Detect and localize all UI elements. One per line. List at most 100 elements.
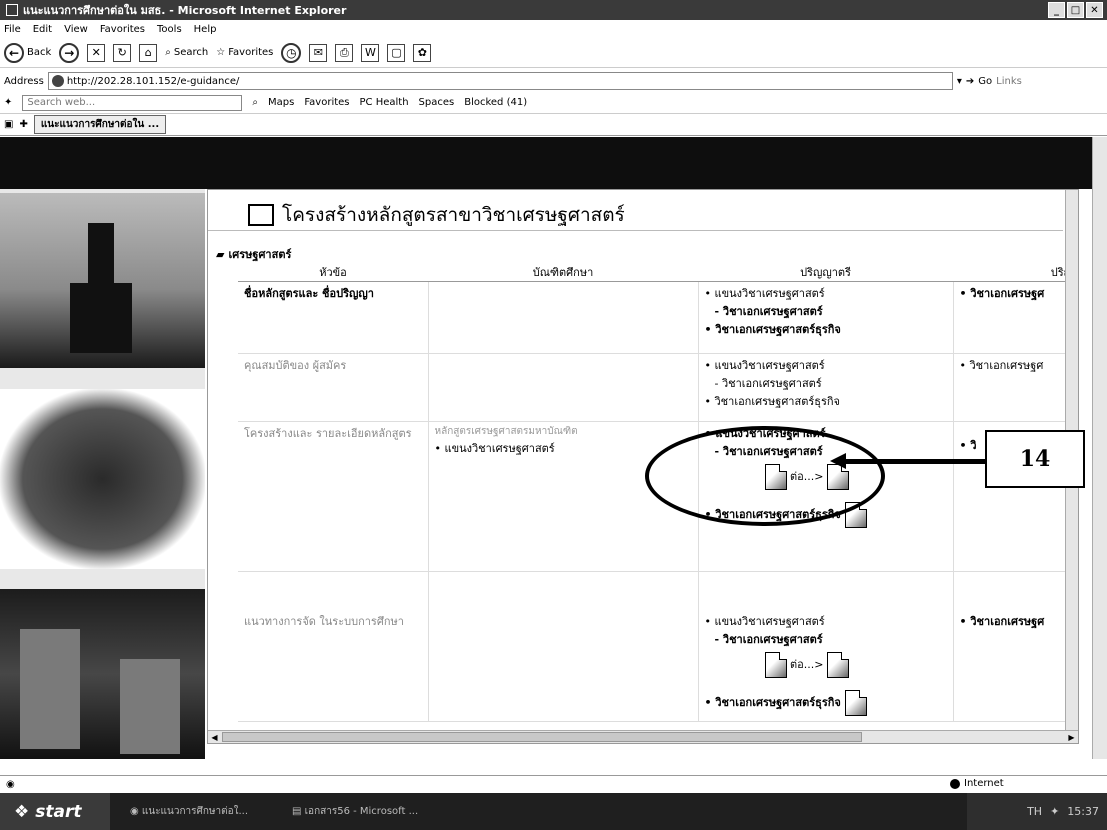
close-button[interactable]: ✕: [1086, 2, 1103, 18]
scroll-thumb[interactable]: [222, 732, 862, 742]
taskbar-item-word[interactable]: ▤ เอกสาร56 - Microsoft ...: [284, 799, 434, 825]
window-controls: _ □ ✕: [1048, 2, 1103, 18]
print-icon[interactable]: ⎙: [335, 43, 354, 62]
bachelor-cell: • แขนงวิชาเศรษฐศาสตร์ - วิชาเอกเศรษฐศาสต…: [697, 571, 953, 722]
major-link[interactable]: • วิชาเอกเศรษฐศาสตร์ธุรกิจ: [705, 392, 947, 410]
menu-file[interactable]: File: [4, 24, 21, 35]
start-button[interactable]: ❖ start: [0, 793, 110, 830]
maximize-button[interactable]: □: [1067, 2, 1084, 18]
refresh-icon[interactable]: ↻: [113, 43, 132, 62]
menu-view[interactable]: View: [64, 24, 88, 35]
tray-icon[interactable]: ✦: [1050, 805, 1059, 818]
more-link[interactable]: ต่อ...>: [790, 658, 823, 671]
major-link[interactable]: • วิชาเอกเศรษฐศาสตร์ธุรกิจ: [705, 690, 947, 716]
row-label: แนวทางการจัด ในระบบการศึกษา: [238, 571, 428, 722]
bachelor-cell: • แขนงวิชาเศรษฐศาสตร์ - วิชาเอกเศรษฐศาสต…: [697, 353, 953, 422]
major-link[interactable]: - วิชาเอกเศรษฐศาสตร์: [705, 630, 947, 648]
minimize-button[interactable]: _: [1048, 2, 1065, 18]
address-input[interactable]: http://202.28.101.152/e-guidance/: [47, 72, 953, 90]
next-link[interactable]: • วิชาเอกเศรษฐศ: [960, 356, 1068, 374]
pdf-icon[interactable]: [764, 652, 787, 678]
next-cell: • วิชาเอกเศรษฐศ: [952, 571, 1073, 722]
column-header-graduate: บัณฑิตศึกษา: [428, 263, 698, 282]
pc-health-item[interactable]: PC Health: [360, 97, 409, 108]
title-divider: [208, 230, 1063, 231]
window-title-bar: แนะแนวการศึกษาต่อใน มสธ. - Microsoft Int…: [0, 0, 1107, 20]
program-link[interactable]: • แขนงวิชาเศรษฐศาสตร์: [705, 284, 947, 302]
table-row: คุณสมบัติของ ผู้สมัคร • แขนงวิชาเศรษฐศาส…: [238, 353, 1073, 422]
next-cell: • วิชาเอกเศรษฐศ: [952, 281, 1073, 354]
bachelor-cell: • แขนงวิชาเศรษฐศาสตร์ - วิชาเอกเศรษฐศาสต…: [697, 281, 953, 354]
address-dropdown-icon[interactable]: ▾: [957, 76, 962, 87]
blocked-item[interactable]: Blocked (41): [464, 97, 527, 108]
tab-bar: ▣ ✚ แนะแนวการศึกษาต่อใน ...: [0, 114, 1107, 136]
links-button[interactable]: Links: [996, 76, 1022, 87]
table-header-row: หัวข้อ บัณฑิตศึกษา ปริญญาตรี ปริญ: [238, 263, 1073, 282]
scroll-left-icon[interactable]: ◀: [208, 731, 221, 743]
page-status-icon: ◉: [6, 779, 15, 790]
tab-list-icon[interactable]: ▣: [4, 119, 13, 130]
edit-icon[interactable]: W: [361, 43, 380, 62]
program-link[interactable]: • แขนงวิชาเศรษฐศาสตร์: [705, 612, 947, 630]
graduate-link[interactable]: • แขนงวิชาเศรษฐศาสตร์: [435, 439, 692, 457]
history-icon[interactable]: ◷: [281, 42, 302, 63]
pdf-icon[interactable]: [826, 652, 849, 678]
tab-active[interactable]: แนะแนวการศึกษาต่อใน ...: [33, 115, 167, 134]
taskbar-item-ie[interactable]: ◉ แนะแนวการศึกษาต่อใ...: [122, 799, 272, 825]
major-link[interactable]: - วิชาเอกเศรษฐศาสตร์: [705, 302, 947, 320]
menu-help[interactable]: Help: [194, 24, 217, 35]
taskbar: ❖ start ◉ แนะแนวการศึกษาต่อใ... ▤ เอกสาร…: [0, 793, 1107, 830]
language-indicator[interactable]: TH: [1027, 805, 1042, 818]
search-go-icon[interactable]: ⌕: [252, 97, 258, 108]
stop-icon[interactable]: ✕: [87, 43, 106, 62]
back-label: Back: [27, 47, 52, 58]
messenger-icon[interactable]: ✿: [413, 43, 432, 62]
menu-favorites[interactable]: Favorites: [100, 24, 145, 35]
mail-icon[interactable]: ✉: [309, 43, 328, 62]
search-label: Search: [173, 47, 209, 58]
program-link[interactable]: • แขนงวิชาเศรษฐศาสตร์: [705, 356, 947, 374]
spaces-item[interactable]: Spaces: [419, 97, 455, 108]
menu-bar: File Edit View Favorites Tools Help: [0, 20, 1107, 38]
page-vertical-scrollbar[interactable]: [1092, 137, 1107, 759]
photo-graduates: [0, 389, 205, 569]
scroll-right-icon[interactable]: ▶: [1065, 731, 1078, 743]
major-link[interactable]: • วิชาเอกเศรษฐศาสตร์ธุรกิจ: [705, 320, 947, 338]
system-tray: TH ✦ 15:37: [967, 793, 1107, 830]
forward-button[interactable]: →: [59, 42, 80, 63]
table-row: แนวทางการจัด ในระบบการศึกษา • แขนงวิชาเศ…: [238, 571, 1073, 722]
home-icon[interactable]: ⌂: [139, 43, 158, 62]
annotation-arrow: [845, 459, 988, 464]
major-link[interactable]: - วิชาเอกเศรษฐศาสตร์: [705, 374, 947, 392]
msn-icon: ✦: [4, 97, 13, 108]
maps-item[interactable]: Maps: [268, 97, 294, 108]
favorites-button[interactable]: ☆ Favorites: [216, 47, 273, 58]
favorites-item[interactable]: Favorites: [304, 97, 349, 108]
forward-arrow-icon: →: [59, 42, 80, 63]
back-button[interactable]: ← Back: [4, 42, 52, 63]
discuss-icon[interactable]: ▢: [387, 43, 406, 62]
menu-tools[interactable]: Tools: [157, 24, 182, 35]
next-link[interactable]: • วิชาเอกเศรษฐศ: [960, 612, 1068, 630]
task-label: เอกสาร56 - Microsoft ...: [304, 806, 419, 817]
favorites-label: Favorites: [228, 47, 274, 58]
site-header: [0, 137, 1092, 189]
back-arrow-icon: ←: [4, 42, 24, 63]
frame-horizontal-scrollbar[interactable]: ◀ ▶: [208, 730, 1078, 743]
status-bar: ◉ Internet: [0, 775, 1107, 793]
address-bar: Address http://202.28.101.152/e-guidance…: [0, 70, 1107, 92]
go-arrow-icon[interactable]: ➔: [966, 76, 974, 87]
pdf-icon[interactable]: [844, 690, 867, 716]
menu-edit[interactable]: Edit: [33, 24, 52, 35]
section-label-text: เศรษฐศาสตร์: [228, 248, 292, 261]
web-search-input[interactable]: Search web...: [22, 94, 243, 111]
search-button[interactable]: ⌕ Search: [165, 47, 208, 58]
section-label: ▰ เศรษฐศาสตร์: [216, 245, 291, 263]
address-label: Address: [4, 75, 44, 87]
column-header-next: ปริญ: [953, 263, 1073, 282]
next-link[interactable]: • วิชาเอกเศรษฐศ: [960, 284, 1068, 302]
go-button[interactable]: Go: [978, 76, 992, 87]
photo-figurines: [0, 589, 205, 759]
new-tab-icon[interactable]: ✚: [19, 119, 27, 130]
folder-icon: ▰: [216, 247, 225, 261]
